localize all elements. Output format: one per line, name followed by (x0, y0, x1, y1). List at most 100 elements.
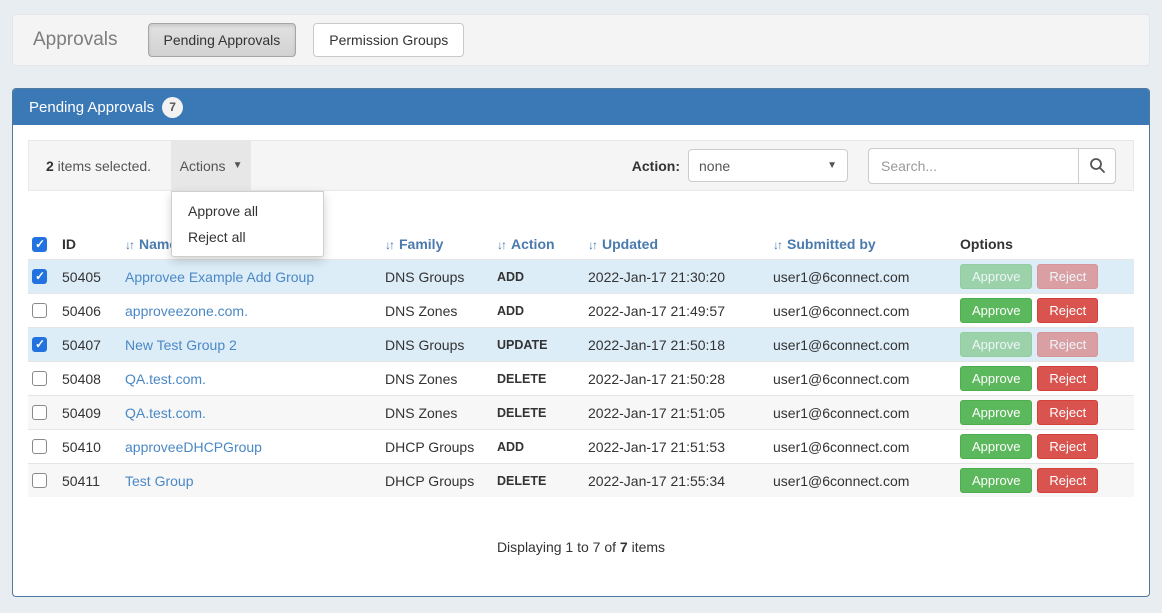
row-checkbox[interactable] (32, 473, 47, 488)
row-family: DNS Groups (385, 269, 497, 285)
search-icon (1089, 157, 1106, 174)
row-action: ADD (497, 304, 588, 318)
reject-button[interactable]: Reject (1037, 264, 1098, 289)
tab-pending-approvals[interactable]: Pending Approvals (148, 23, 297, 57)
pagination-summary: Displaying 1 to 7 of 7 items (28, 539, 1134, 555)
row-name-link[interactable]: QA.test.com. (125, 405, 206, 421)
row-family: DNS Zones (385, 405, 497, 421)
row-id: 50407 (62, 337, 125, 353)
column-header-action[interactable]: ↓↑Action (497, 236, 588, 252)
panel-header: Pending Approvals 7 (13, 89, 1149, 125)
search-input[interactable] (868, 148, 1078, 184)
row-name-link[interactable]: approveeDHCPGroup (125, 439, 262, 455)
row-family: DHCP Groups (385, 473, 497, 489)
approve-button[interactable]: Approve (960, 366, 1032, 391)
reject-button[interactable]: Reject (1037, 434, 1098, 459)
row-submitted-by: user1@6connect.com (773, 371, 960, 387)
action-filter-value: none (699, 158, 730, 174)
selected-label: items selected. (54, 158, 151, 174)
caret-down-icon: ▼ (827, 160, 837, 171)
row-action: DELETE (497, 474, 588, 488)
row-checkbox[interactable] (32, 439, 47, 454)
row-checkbox[interactable] (32, 269, 47, 284)
row-submitted-by: user1@6connect.com (773, 439, 960, 455)
actions-label: Actions (180, 158, 226, 174)
row-checkbox[interactable] (32, 337, 47, 352)
approve-button[interactable]: Approve (960, 298, 1032, 323)
reject-button[interactable]: Reject (1037, 366, 1098, 391)
table-row: 50407 New Test Group 2 DNS Groups UPDATE… (28, 327, 1134, 361)
row-name-link[interactable]: New Test Group 2 (125, 337, 237, 353)
row-id: 50406 (62, 303, 125, 319)
reject-button[interactable]: Reject (1037, 468, 1098, 493)
pagination-suffix: items (632, 539, 665, 555)
column-header-options: Options (960, 236, 1134, 252)
reject-button[interactable]: Reject (1037, 332, 1098, 357)
row-submitted-by: user1@6connect.com (773, 473, 960, 489)
page-title: Approvals (33, 29, 118, 51)
sort-icon: ↓↑ (588, 238, 596, 252)
reject-button[interactable]: Reject (1037, 298, 1098, 323)
row-submitted-by: user1@6connect.com (773, 337, 960, 353)
column-header-id: ID (62, 236, 125, 252)
column-header-family[interactable]: ↓↑Family (385, 236, 497, 252)
row-id: 50408 (62, 371, 125, 387)
row-action: DELETE (497, 406, 588, 420)
row-name-link[interactable]: approveezone.com. (125, 303, 248, 319)
actions-menu: Approve all Reject all (171, 191, 324, 257)
table-row: 50408 QA.test.com. DNS Zones DELETE 2022… (28, 361, 1134, 395)
row-updated: 2022-Jan-17 21:49:57 (588, 303, 773, 319)
row-updated: 2022-Jan-17 21:50:18 (588, 337, 773, 353)
table-row: 50410 approveeDHCPGroup DHCP Groups ADD … (28, 429, 1134, 463)
tab-permission-groups[interactable]: Permission Groups (313, 23, 464, 57)
approve-button[interactable]: Approve (960, 332, 1032, 357)
actions-dropdown-button[interactable]: Actions ▼ (171, 141, 251, 190)
row-name-link[interactable]: Approvee Example Add Group (125, 269, 314, 285)
sort-icon: ↓↑ (125, 238, 133, 252)
row-action: UPDATE (497, 338, 588, 352)
sort-icon: ↓↑ (773, 238, 781, 252)
row-id: 50411 (62, 473, 125, 489)
approve-button[interactable]: Approve (960, 264, 1032, 289)
row-action: DELETE (497, 372, 588, 386)
search-group (868, 148, 1116, 184)
approve-button[interactable]: Approve (960, 468, 1032, 493)
approve-button[interactable]: Approve (960, 400, 1032, 425)
row-checkbox[interactable] (32, 371, 47, 386)
sort-icon: ↓↑ (385, 238, 393, 252)
row-id: 50405 (62, 269, 125, 285)
row-updated: 2022-Jan-17 21:51:53 (588, 439, 773, 455)
row-submitted-by: user1@6connect.com (773, 405, 960, 421)
column-header-submitted-by[interactable]: ↓↑Submitted by (773, 236, 960, 252)
panel-title: Pending Approvals (29, 99, 154, 116)
row-family: DHCP Groups (385, 439, 497, 455)
menu-item-reject-all[interactable]: Reject all (172, 224, 323, 250)
row-name-link[interactable]: QA.test.com. (125, 371, 206, 387)
pending-approvals-panel: Pending Approvals 7 2 items selected. Ac… (12, 88, 1150, 597)
row-id: 50410 (62, 439, 125, 455)
row-submitted-by: user1@6connect.com (773, 303, 960, 319)
table-body: 50405 Approvee Example Add Group DNS Gro… (28, 259, 1134, 497)
pagination-total: 7 (620, 539, 628, 555)
column-header-updated[interactable]: ↓↑Updated (588, 236, 773, 252)
row-name-link[interactable]: Test Group (125, 473, 193, 489)
approvals-table: ID ↓↑Name ↓↑Family ↓↑Action ↓↑Updated ↓↑… (28, 229, 1134, 497)
selected-count: 2 (46, 158, 54, 174)
reject-button[interactable]: Reject (1037, 400, 1098, 425)
select-all-checkbox[interactable] (32, 237, 47, 252)
row-updated: 2022-Jan-17 21:51:05 (588, 405, 773, 421)
table-row: 50405 Approvee Example Add Group DNS Gro… (28, 259, 1134, 293)
caret-down-icon: ▼ (233, 160, 243, 171)
search-button[interactable] (1078, 148, 1116, 184)
action-filter-select[interactable]: none ▼ (688, 149, 848, 182)
panel-body: 2 items selected. Actions ▼ Approve all … (13, 125, 1149, 570)
menu-item-approve-all[interactable]: Approve all (172, 198, 323, 224)
row-checkbox[interactable] (32, 303, 47, 318)
table-row: 50406 approveezone.com. DNS Zones ADD 20… (28, 293, 1134, 327)
table-row: 50411 Test Group DHCP Groups DELETE 2022… (28, 463, 1134, 497)
pagination-prefix: Displaying 1 to 7 of (497, 539, 616, 555)
row-checkbox[interactable] (32, 405, 47, 420)
selected-items-info: 2 items selected. (46, 158, 151, 174)
approve-button[interactable]: Approve (960, 434, 1032, 459)
action-filter-label: Action: (632, 158, 680, 174)
